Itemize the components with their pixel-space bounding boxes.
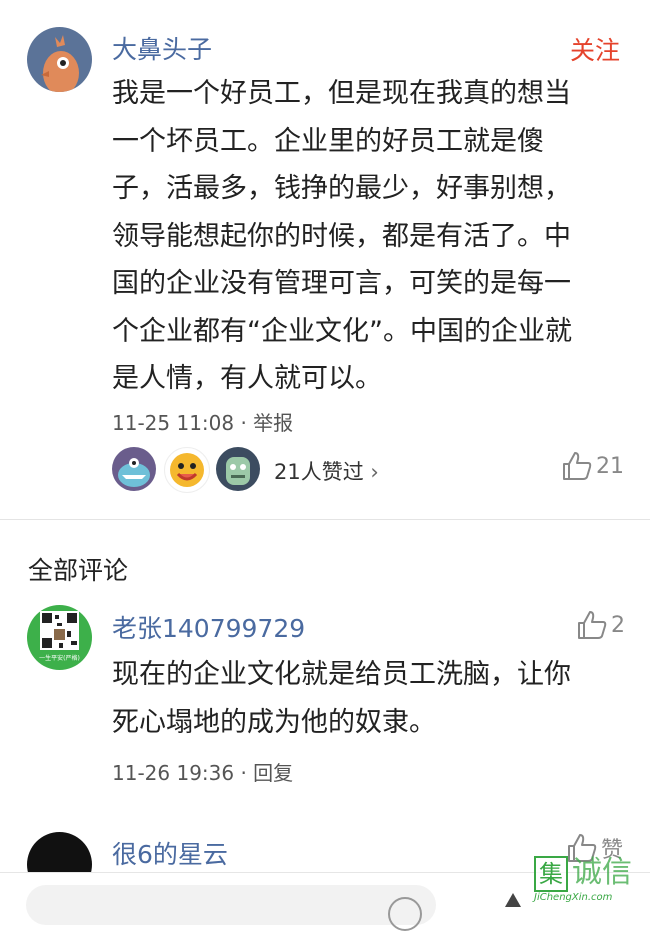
comment-line: 是人情，有人就可以。 bbox=[112, 363, 382, 394]
liker-avatar[interactable] bbox=[112, 447, 156, 491]
comment-line: 一个坏员工。企业里的好员工就是傻 bbox=[112, 125, 544, 157]
reply-like-count: 2 bbox=[611, 612, 625, 638]
like-count: 21 bbox=[596, 453, 624, 479]
reply-link[interactable]: · 回复 bbox=[240, 761, 293, 785]
follow-button[interactable]: 关注 bbox=[570, 31, 620, 67]
comment-line: 我是一个好员工，但是现在我真的想当 bbox=[112, 78, 571, 109]
liker-avatar[interactable] bbox=[216, 447, 260, 491]
chevron-right-icon: › bbox=[370, 460, 379, 484]
comment-line: 国的企业没有管理可言，可笑的是每一 bbox=[112, 268, 571, 299]
thumbs-up-icon bbox=[563, 452, 592, 480]
bird-icon bbox=[41, 35, 79, 92]
divider bbox=[0, 519, 650, 520]
liker-avatar[interactable] bbox=[164, 447, 210, 493]
reply-line: 现在的企业文化就是给员工洗脑，让你 bbox=[112, 659, 571, 690]
comment-line: 领导能想起你的时候，都是有活了。中 bbox=[112, 220, 571, 252]
report-link[interactable]: · 举报 bbox=[240, 411, 293, 435]
reply-author-name[interactable]: 老张140799729 bbox=[112, 609, 305, 645]
reply-like-button[interactable]: 2 bbox=[576, 609, 625, 641]
reply-author-name[interactable]: 很6的星云 bbox=[112, 835, 228, 871]
thumbs-up-icon bbox=[578, 611, 607, 639]
monster-icon bbox=[118, 458, 150, 487]
smiley-icon bbox=[170, 453, 204, 487]
comment-author-name[interactable]: 大鼻头子 bbox=[112, 30, 212, 66]
watermark: 集 诚信 JiChengXin.com bbox=[534, 856, 650, 905]
reply-timestamp: 11-26 19:36 bbox=[112, 761, 235, 785]
like-button[interactable]: 21 bbox=[561, 450, 624, 482]
watermark-text: 诚信 bbox=[572, 855, 632, 890]
reply-line: 死心塌地的成为他的奴隶。 bbox=[112, 706, 436, 738]
author-avatar[interactable] bbox=[27, 27, 92, 92]
comment-line: 个企业都有“企业文化”。中国的企业就 bbox=[112, 315, 572, 347]
reply-avatar[interactable]: 一生平安(严格) bbox=[27, 605, 92, 670]
comment-line: 子，活最多，钱挣的最少，好事别想， bbox=[112, 173, 571, 204]
comment-input[interactable] bbox=[26, 885, 436, 925]
robot-icon bbox=[226, 457, 250, 485]
watermark-logo: 集 bbox=[534, 856, 568, 892]
section-title: 全部评论 bbox=[28, 556, 129, 585]
watermark-url: JiChengXin.com bbox=[534, 892, 613, 903]
reply-meta: 11-26 19:36 · 回复 bbox=[112, 757, 293, 786]
comment-timestamp: 11-25 11:08 bbox=[112, 411, 235, 435]
emoji-icon[interactable] bbox=[388, 897, 422, 931]
comment-meta: 11-25 11:08 · 举报 bbox=[112, 407, 293, 436]
likers-count-text: 21人赞过 bbox=[274, 460, 364, 484]
avatar-caption: 一生平安(严格) bbox=[39, 655, 80, 662]
comment-body: 我是一个好员工，但是现在我真的想当 一个坏员工。企业里的好员工就是傻 子，活最多… bbox=[112, 70, 622, 403]
reply-body: 现在的企业文化就是给员工洗脑，让你 死心塌地的成为他的奴隶。 bbox=[112, 651, 622, 746]
likers-link[interactable]: 21人赞过 › bbox=[274, 456, 379, 486]
